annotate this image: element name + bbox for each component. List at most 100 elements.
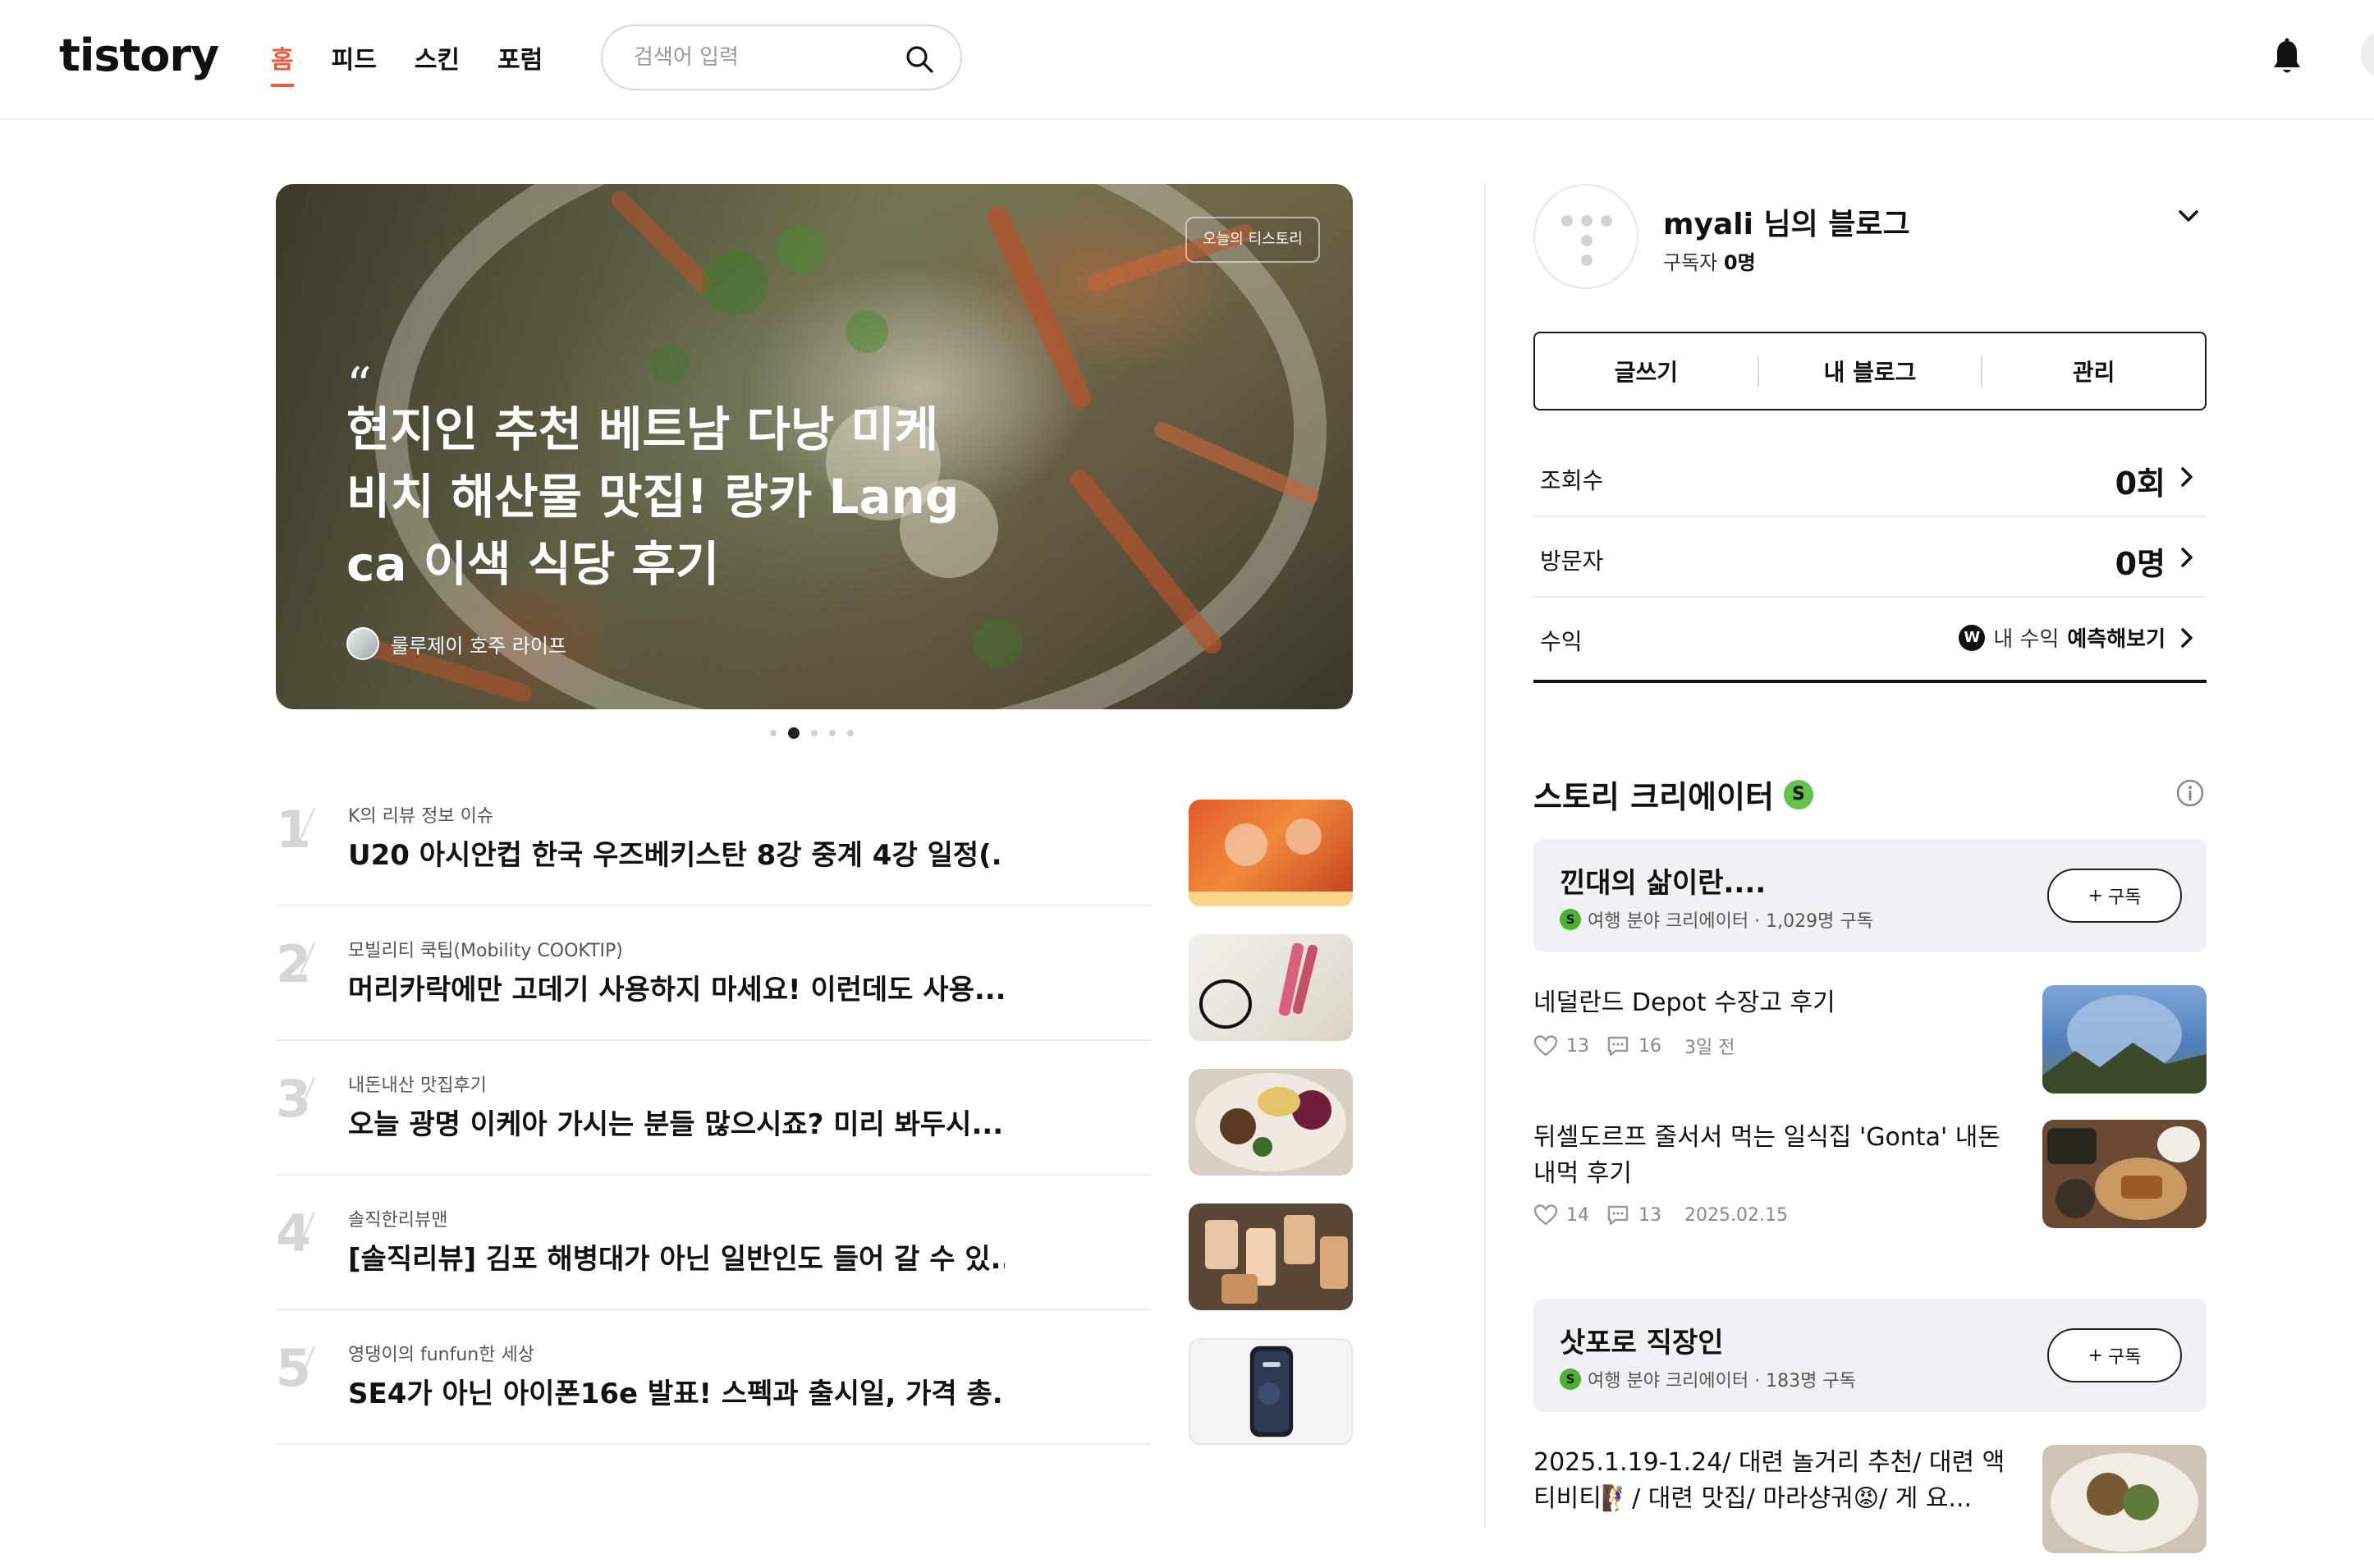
stat-label: 방문자	[1540, 548, 1604, 575]
post-title[interactable]: 뒤셀도르프 줄서서 먹는 일식집 'Gonta' 내돈내먹 후기	[1533, 1120, 2010, 1192]
comment-icon	[1607, 1205, 1629, 1226]
creator-badge-icon: S	[1560, 1369, 1581, 1390]
rank-title[interactable]: 오늘 광명 이케아 가시는 분들 많으시죠? 미리 봐두시...	[348, 1102, 1005, 1142]
stat-income[interactable]: 수익 W 내 수익 예측해보기	[1533, 598, 2207, 683]
carousel-dot[interactable]	[811, 730, 818, 736]
ranking-item[interactable]: 3 내돈내산 맛집후기 오늘 광명 이케아 가시는 분들 많으시죠? 미리 봐두…	[276, 1061, 1353, 1195]
plus-icon: +	[2088, 885, 2103, 906]
post-thumbnail[interactable]	[2042, 1120, 2207, 1228]
search-icon[interactable]	[903, 43, 936, 76]
creator-post[interactable]: 뒤셀도르프 줄서서 먹는 일식집 'Gonta' 내돈내먹 후기 14 13 2…	[1533, 1120, 2207, 1243]
hero-author[interactable]: 룰루제이 호주 라이프	[346, 627, 566, 660]
income-link-prefix: 내 수익	[1993, 627, 2060, 652]
rank-thumbnail[interactable]	[1189, 1338, 1353, 1445]
creator-badge-icon: S	[1560, 909, 1581, 930]
carousel-dot-active[interactable]	[788, 727, 800, 739]
stat-value: 0명	[2115, 546, 2165, 582]
rank-title[interactable]: SE4가 아닌 아이폰16e 발표! 스펙과 출시일, 가격 총...	[348, 1371, 1005, 1411]
rank-blog-name: 영댕이의 funfun한 세상	[348, 1345, 534, 1365]
blog-avatar[interactable]	[1533, 184, 1638, 289]
chevron-down-icon[interactable]	[2177, 209, 2200, 225]
plus-icon: +	[2088, 1345, 2103, 1366]
subscriber-label: 구독자	[1663, 251, 1718, 274]
heart-icon	[1533, 1035, 1558, 1057]
rank-number: 1	[276, 800, 312, 860]
nav-home[interactable]: 홈	[271, 39, 294, 87]
carousel-dot[interactable]	[770, 730, 777, 736]
rank-number: 5	[276, 1338, 312, 1398]
post-date: 2025.02.15	[1684, 1204, 1788, 1226]
avatar-dot	[1581, 254, 1593, 266]
blog-name[interactable]: myali 님의 블로그	[1663, 200, 1910, 243]
rank-blog-name: K의 리뷰 정보 이슈	[348, 806, 494, 827]
column-divider	[1484, 182, 1486, 1529]
post-date: 3일 전	[1684, 1038, 1735, 1058]
income-link-bold: 예측해보기	[2067, 627, 2165, 652]
subscribe-button[interactable]: + 구독	[2047, 869, 2182, 923]
story-creator-title: 스토리 크리에이터	[1533, 779, 1774, 815]
rank-number: 4	[276, 1204, 312, 1263]
creator-name[interactable]: 삿포로 직장인	[1560, 1320, 1724, 1360]
ranking-item[interactable]: 2 모빌리티 쿡팁(Mobility COOKTIP) 머리카락에만 고데기 사…	[276, 926, 1353, 1061]
chevron-right-icon	[2181, 467, 2193, 487]
creator-card[interactable]: 삿포로 직장인 S 여행 분야 크리에이터 · 183명 구독 + 구독	[1533, 1299, 2207, 1412]
row-divider	[276, 1039, 1151, 1041]
write-button[interactable]: 글쓰기	[1535, 355, 1758, 387]
tistory-logo[interactable]: tistory	[59, 30, 219, 81]
my-blog-button[interactable]: 내 블로그	[1759, 355, 1982, 387]
creator-meta-text: 여행 분야 크리에이터 · 1,029명 구독	[1588, 911, 1873, 932]
post-meta: 14 13 2025.02.15	[1533, 1204, 1788, 1226]
featured-hero-card[interactable]: 오늘의 티스토리 “ 현지인 추천 베트남 다낭 미케비치 해산물 맛집! 랑카…	[276, 184, 1353, 709]
popular-ranking-list: 1 K의 리뷰 정보 이슈 U20 아시안컵 한국 우즈베키스탄 8강 중계 4…	[276, 791, 1353, 1465]
rank-title[interactable]: [솔직리뷰] 김포 해병대가 아닌 일반인도 들어 갈 수 있...	[348, 1236, 1005, 1277]
ranking-item[interactable]: 4 솔직한리뷰맨 [솔직리뷰] 김포 해병대가 아닌 일반인도 들어 갈 수 있…	[276, 1195, 1353, 1330]
creator-name[interactable]: 낀대의 삶이란....	[1560, 860, 1766, 901]
chevron-right-icon	[2181, 628, 2193, 648]
income-forecast-link[interactable]: W 내 수익 예측해보기	[1959, 622, 2165, 653]
creator-post[interactable]: 네덜란드 Depot 수장고 후기 13 16 3일 전	[1533, 985, 2207, 1108]
avatar-dot	[1561, 215, 1573, 227]
ranking-item[interactable]: 5 영댕이의 funfun한 세상 SE4가 아닌 아이폰16e 발표! 스펙과…	[276, 1330, 1353, 1465]
nav-forum[interactable]: 포럼	[497, 39, 543, 87]
subscribe-label: 구독	[2107, 887, 2142, 908]
nav-feed[interactable]: 피드	[332, 39, 377, 87]
creator-card[interactable]: 낀대의 삶이란.... S 여행 분야 크리에이터 · 1,029명 구독 + …	[1533, 839, 2207, 952]
search-input[interactable]	[634, 41, 896, 74]
creator-post[interactable]: 2025.1.19-1.24/ 대련 놀거리 추천/ 대련 액티비티🧗‍♀️/ …	[1533, 1445, 2207, 1568]
creator-meta: S 여행 분야 크리에이터 · 1,029명 구독	[1560, 906, 1873, 933]
user-avatar[interactable]	[2361, 30, 2374, 79]
rank-thumbnail[interactable]	[1189, 800, 1353, 906]
rank-title[interactable]: 머리카락에만 고데기 사용하지 마세요! 이런데도 사용...	[348, 967, 1005, 1007]
comment-count: 13	[1638, 1204, 1661, 1226]
post-title[interactable]: 2025.1.19-1.24/ 대련 놀거리 추천/ 대련 액티비티🧗‍♀️/ …	[1533, 1445, 2010, 1517]
rank-blog-name: 내돈내산 맛집후기	[348, 1075, 487, 1096]
carousel-dot[interactable]	[829, 730, 836, 736]
post-title[interactable]: 네덜란드 Depot 수장고 후기	[1533, 985, 2010, 1021]
manage-button[interactable]: 관리	[1982, 355, 2205, 387]
hero-title[interactable]: 현지인 추천 베트남 다낭 미케비치 해산물 맛집! 랑카 Lang ca 이색…	[346, 396, 970, 598]
row-divider	[276, 905, 1151, 906]
subscribe-label: 구독	[2107, 1347, 2142, 1368]
post-thumbnail[interactable]	[2042, 1445, 2207, 1553]
nav-skin[interactable]: 스킨	[415, 39, 460, 87]
ranking-item[interactable]: 1 K의 리뷰 정보 이슈 U20 아시안컵 한국 우즈베키스탄 8강 중계 4…	[276, 791, 1353, 926]
subscribe-button[interactable]: + 구독	[2047, 1328, 2182, 1382]
rank-title[interactable]: U20 아시안컵 한국 우즈베키스탄 8강 중계 4강 일정(...	[348, 832, 1005, 873]
main-nav: 홈 피드 스킨 포럼	[271, 39, 543, 87]
carousel-dot[interactable]	[847, 730, 854, 736]
notification-bell-icon[interactable]	[2271, 38, 2303, 77]
won-icon: W	[1959, 624, 1986, 651]
post-meta: 13 16 3일 전	[1533, 1033, 1735, 1059]
avatar-dot	[1601, 215, 1612, 227]
post-thumbnail[interactable]	[2042, 985, 2207, 1093]
info-icon[interactable]	[2175, 778, 2205, 808]
rank-thumbnail[interactable]	[1189, 1069, 1353, 1176]
blog-action-buttons: 글쓰기 내 블로그 관리	[1533, 332, 2207, 410]
stat-visitors[interactable]: 방문자 0명	[1533, 517, 2207, 598]
rank-thumbnail[interactable]	[1189, 1204, 1353, 1310]
creator-badge-icon: S	[1783, 779, 1813, 809]
top-header: tistory 홈 피드 스킨 포럼	[0, 0, 2374, 120]
stat-label: 수익	[1540, 628, 1583, 655]
stat-views[interactable]: 조회수 0회	[1533, 437, 2207, 517]
rank-thumbnail[interactable]	[1189, 934, 1353, 1041]
